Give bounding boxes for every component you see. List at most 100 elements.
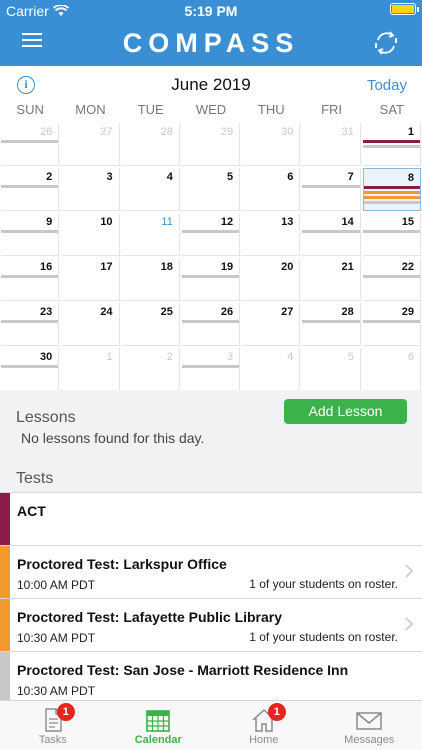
calendar-day-cell[interactable]: 6 (362, 348, 421, 391)
calendar-day-cell[interactable]: 25 (121, 303, 180, 346)
calendar-day-cell[interactable]: 5 (181, 168, 241, 211)
weekday-header: SUN MON TUE WED THU FRI SAT (0, 102, 422, 122)
tab-tasks[interactable]: 1 Tasks (0, 701, 106, 750)
day-number: 15 (401, 216, 414, 228)
calendar-day-cell[interactable]: 1 (362, 123, 421, 166)
test-row[interactable]: Proctored Test: Lafayette Public Library… (0, 599, 422, 652)
tab-label: Messages (344, 734, 395, 746)
calendar-day-cell[interactable]: 6 (242, 168, 301, 211)
calendar-day-cell[interactable]: 30 (242, 123, 301, 166)
calendar-day-cell[interactable]: 31 (302, 123, 361, 166)
calendar-day-cell[interactable]: 14 (302, 213, 361, 256)
event-bars (181, 320, 240, 325)
test-title: Proctored Test: Larkspur Office (17, 556, 227, 572)
test-title: ACT (17, 503, 46, 519)
calendar-day-cell[interactable]: 29 (181, 123, 241, 166)
day-number: 17 (100, 261, 113, 273)
calendar-day-cell[interactable]: 12 (181, 213, 241, 256)
tests-heading: Tests (16, 470, 54, 487)
calendar-day-cell[interactable]: 18 (121, 258, 180, 301)
calendar-day-cell[interactable]: 7 (302, 168, 361, 211)
calendar-day-cell[interactable]: 1 (61, 348, 120, 391)
day-number: 6 (287, 171, 294, 183)
test-row[interactable]: ACT (0, 493, 422, 546)
test-title: Proctored Test: Lafayette Public Library (17, 609, 283, 625)
calendar-day-cell[interactable]: 13 (242, 213, 301, 256)
lessons-heading: Lessons (16, 409, 76, 426)
calendar-day-cell[interactable]: 2 (121, 348, 180, 391)
test-color-stripe (0, 599, 10, 651)
envelope-icon (356, 712, 382, 730)
weekday-label: FRI (321, 102, 343, 117)
weekday-label: SAT (379, 102, 404, 117)
test-time: 10:30 AM PDT (17, 684, 96, 698)
calendar-day-cell[interactable]: 24 (61, 303, 120, 346)
calendar-day-cell[interactable]: 26 (181, 303, 241, 346)
tab-label: Home (249, 734, 279, 746)
tab-home[interactable]: 1 Home (211, 701, 317, 750)
calendar-day-cell[interactable]: 3 (61, 168, 120, 211)
calendar-day-cell[interactable]: 2 (1, 168, 60, 211)
calendar-day-cell[interactable]: 27 (61, 123, 120, 166)
calendar-day-cell[interactable]: 9 (1, 213, 60, 256)
calendar-day-cell[interactable]: 10 (61, 213, 120, 256)
event-indicator (302, 320, 360, 323)
calendar-day-cell[interactable]: 22 (362, 258, 421, 301)
event-bars (362, 275, 420, 280)
day-number: 8 (407, 172, 414, 184)
event-indicator (362, 275, 420, 278)
event-indicator (362, 140, 420, 143)
calendar-day-cell[interactable]: 19 (181, 258, 241, 301)
sync-icon[interactable] (372, 29, 400, 57)
day-number: 20 (281, 261, 294, 273)
test-row[interactable]: Proctored Test: San Jose - Marriott Resi… (0, 652, 422, 700)
event-bars (181, 275, 240, 280)
tasks-badge: 1 (56, 703, 75, 721)
status-right (390, 3, 419, 15)
calendar-day-cell[interactable]: 21 (302, 258, 361, 301)
test-row[interactable]: Proctored Test: Larkspur Office 10:00 AM … (0, 546, 422, 599)
day-number: 2 (46, 171, 53, 183)
calendar-day-cell[interactable]: 4 (242, 348, 301, 391)
event-indicator (181, 275, 240, 278)
calendar-day-cell[interactable]: 8 (362, 168, 421, 211)
day-number: 7 (347, 171, 354, 183)
tab-bar: 1 Tasks Calendar 1 Home Messages (0, 700, 422, 750)
calendar-day-cell[interactable]: 16 (1, 258, 60, 301)
calendar-day-cell[interactable]: 17 (61, 258, 120, 301)
day-number: 11 (161, 216, 173, 228)
calendar-day-cell[interactable]: 15 (362, 213, 421, 256)
event-indicator (1, 230, 59, 233)
event-indicator (362, 320, 420, 323)
day-number: 5 (347, 351, 354, 363)
calendar-day-cell[interactable]: 20 (242, 258, 301, 301)
calendar-grid: 26 27 28 29 30 31 1 2 3 4 5 6 7 8 9 10 11 12 13 14 15 16 17 18 1… (0, 122, 422, 391)
day-number: 23 (40, 306, 53, 318)
event-indicator (1, 185, 59, 188)
test-time: 10:30 AM PDT (17, 631, 96, 645)
day-number: 2 (166, 351, 173, 363)
day-number: 14 (341, 216, 354, 228)
today-button[interactable]: Today (367, 77, 407, 94)
day-number: 25 (160, 306, 173, 318)
calendar-day-cell[interactable]: 28 (121, 123, 180, 166)
day-number: 22 (401, 261, 414, 273)
lessons-empty-text: No lessons found for this day. (21, 430, 205, 446)
calendar-day-cell[interactable]: 5 (302, 348, 361, 391)
calendar-day-cell[interactable]: 29 (362, 303, 421, 346)
calendar-day-cell[interactable]: 26 (1, 123, 60, 166)
event-bars (363, 186, 420, 206)
calendar-day-cell[interactable]: 4 (121, 168, 180, 211)
calendar-day-cell[interactable]: 28 (302, 303, 361, 346)
add-lesson-button[interactable]: Add Lesson (284, 399, 407, 424)
event-indicator (363, 186, 420, 189)
event-indicator (362, 230, 420, 233)
tab-messages[interactable]: Messages (317, 701, 422, 750)
calendar-day-cell[interactable]: 30 (1, 348, 60, 391)
calendar-day-cell[interactable]: 23 (1, 303, 60, 346)
calendar-day-cell[interactable]: 11 (121, 213, 180, 256)
calendar-day-cell[interactable]: 27 (242, 303, 301, 346)
tab-label: Calendar (134, 734, 182, 746)
calendar-day-cell[interactable]: 3 (181, 348, 241, 391)
tab-calendar[interactable]: Calendar (106, 701, 212, 750)
